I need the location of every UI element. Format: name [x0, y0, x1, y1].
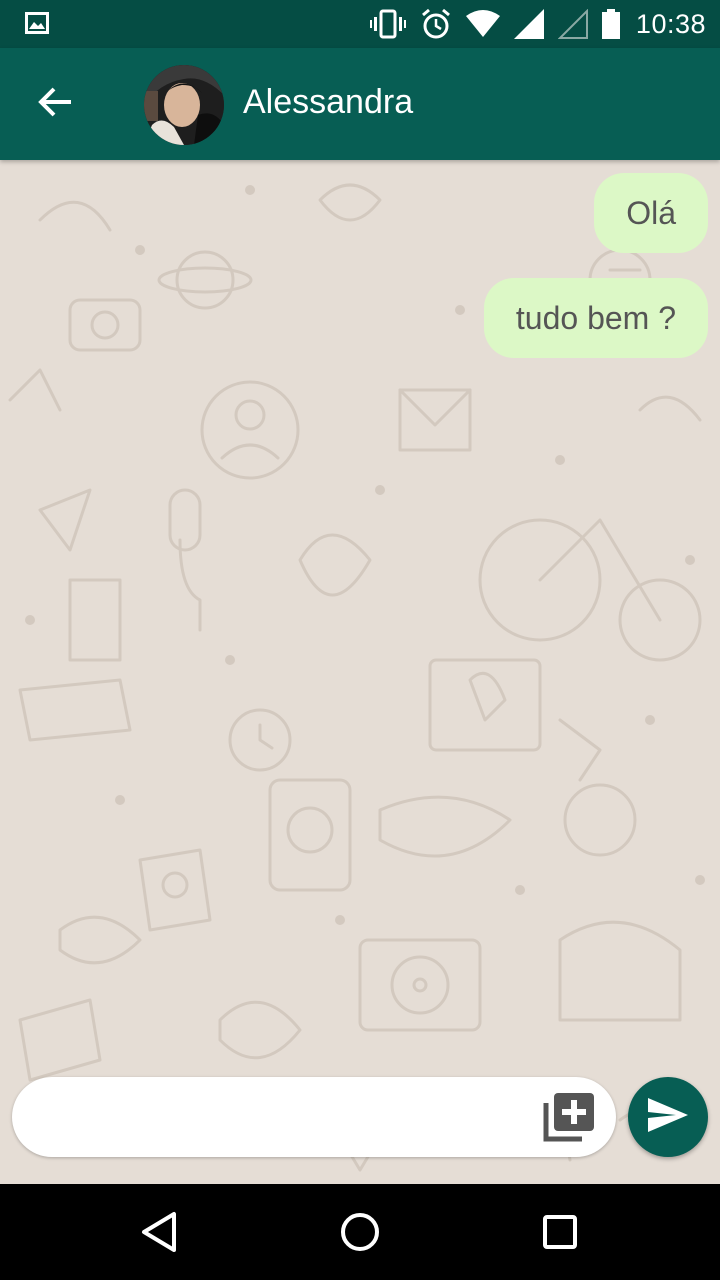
signal-icon [513, 9, 544, 39]
signal-empty-icon [557, 9, 588, 39]
wifi-icon [465, 10, 500, 38]
chat-header: Alessandra [0, 48, 720, 160]
clock: 10:38 [635, 8, 706, 39]
nav-recents-icon [536, 1215, 584, 1260]
nav-back-icon [136, 1212, 184, 1260]
contact-name[interactable]: Alessandra [243, 83, 413, 122]
nav-recents-button[interactable] [536, 1208, 584, 1256]
image-notification-icon [25, 12, 49, 34]
message-composer [12, 1077, 616, 1157]
nav-home-button[interactable] [336, 1208, 384, 1256]
message-bubble-outgoing[interactable]: Olá [594, 173, 708, 253]
system-nav-bar [0, 1184, 720, 1280]
chat-area[interactable]: Olá tudo bem ? [0, 160, 720, 1184]
send-icon [646, 1096, 690, 1139]
alarm-icon [420, 8, 452, 40]
attach-button[interactable] [542, 1091, 598, 1143]
message-input[interactable] [12, 1077, 532, 1157]
arrow-back-icon [38, 87, 72, 122]
back-button[interactable] [32, 81, 78, 127]
avatar[interactable] [144, 65, 224, 145]
status-icons: 10:38 [369, 6, 706, 42]
nav-home-icon [336, 1213, 384, 1260]
battery-icon [601, 9, 620, 39]
send-button[interactable] [628, 1077, 708, 1157]
vibrate-icon [369, 9, 406, 39]
message-bubble-outgoing[interactable]: tudo bem ? [483, 278, 708, 358]
add-to-photos-icon [542, 1093, 598, 1147]
status-bar: 10:38 [0, 0, 720, 48]
nav-back-button[interactable] [136, 1208, 184, 1256]
